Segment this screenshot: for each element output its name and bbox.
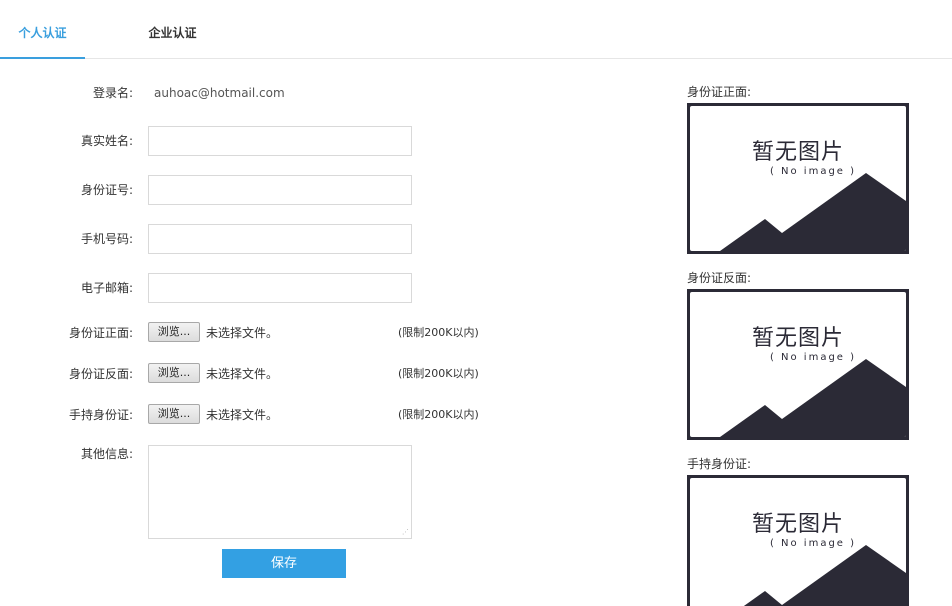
login-label: 登录名: [92, 86, 133, 100]
preview-handheld: 暂无图片 ( No image ) [687, 475, 909, 606]
tab-personal-verification[interactable]: 个人认证 [0, 0, 85, 59]
browse-button-id-front[interactable]: 浏览... [148, 322, 200, 342]
preview-label-id-back: 身份证反面: [687, 271, 752, 285]
preview-label-id-front: 身份证正面: [687, 85, 752, 99]
save-button[interactable]: 保存 [222, 549, 346, 578]
tab-bar: 个人认证 企业认证 [0, 0, 952, 59]
other-info-label: 其他信息: [80, 447, 133, 461]
upload-id-back-row: 身份证反面: 浏览... 未选择文件。 (限制200K以内) [0, 359, 600, 389]
other-info-textarea[interactable]: ⋰ [148, 445, 412, 539]
upload-id-front-label: 身份证正面: [68, 326, 133, 340]
upload-handheld-label: 手持身份证: [68, 408, 133, 422]
resize-grip-icon[interactable]: ⋰ [401, 528, 409, 536]
phone-input[interactable] [148, 224, 412, 254]
phone-label: 手机号码: [80, 232, 133, 246]
upload-handheld-row: 手持身份证: 浏览... 未选择文件。 (限制200K以内) [0, 400, 600, 430]
file-status-id-back: 未选择文件。 [206, 367, 279, 381]
browse-button-id-back[interactable]: 浏览... [148, 363, 200, 383]
verification-page: 个人认证 企业认证 登录名: auhoac@hotmail.com 真实姓名: … [0, 0, 952, 606]
size-limit-id-front: (限制200K以内) [398, 326, 479, 339]
real-name-label: 真实姓名: [80, 134, 133, 148]
preview-id-back: 暂无图片 ( No image ) [687, 289, 909, 440]
id-number-input[interactable] [148, 175, 412, 205]
upload-id-front-row: 身份证正面: 浏览... 未选择文件。 (限制200K以内) [0, 318, 600, 348]
real-name-row: 真实姓名: [0, 126, 600, 156]
preview-id-front: 暂无图片 ( No image ) [687, 103, 909, 254]
tab-company-verification[interactable]: 企业认证 [130, 0, 215, 59]
preview-label-handheld: 手持身份证: [687, 457, 752, 471]
file-status-id-front: 未选择文件。 [206, 326, 279, 340]
size-limit-handheld: (限制200K以内) [398, 408, 479, 421]
login-value: auhoac@hotmail.com [154, 86, 285, 100]
id-number-label: 身份证号: [80, 183, 133, 197]
mountain-icon [720, 359, 906, 437]
mountain-icon [743, 545, 906, 606]
real-name-input[interactable] [148, 126, 412, 156]
email-input[interactable] [148, 273, 412, 303]
upload-id-back-label: 身份证反面: [68, 367, 133, 381]
email-row: 电子邮箱: [0, 273, 600, 303]
id-number-row: 身份证号: [0, 175, 600, 205]
phone-row: 手机号码: [0, 224, 600, 254]
file-status-handheld: 未选择文件。 [206, 408, 279, 422]
mountain-icon [720, 173, 906, 251]
email-label: 电子邮箱: [80, 281, 133, 295]
login-row: 登录名: auhoac@hotmail.com [0, 78, 600, 108]
browse-button-handheld[interactable]: 浏览... [148, 404, 200, 424]
other-info-row: 其他信息: [0, 439, 140, 469]
size-limit-id-back: (限制200K以内) [398, 367, 479, 380]
